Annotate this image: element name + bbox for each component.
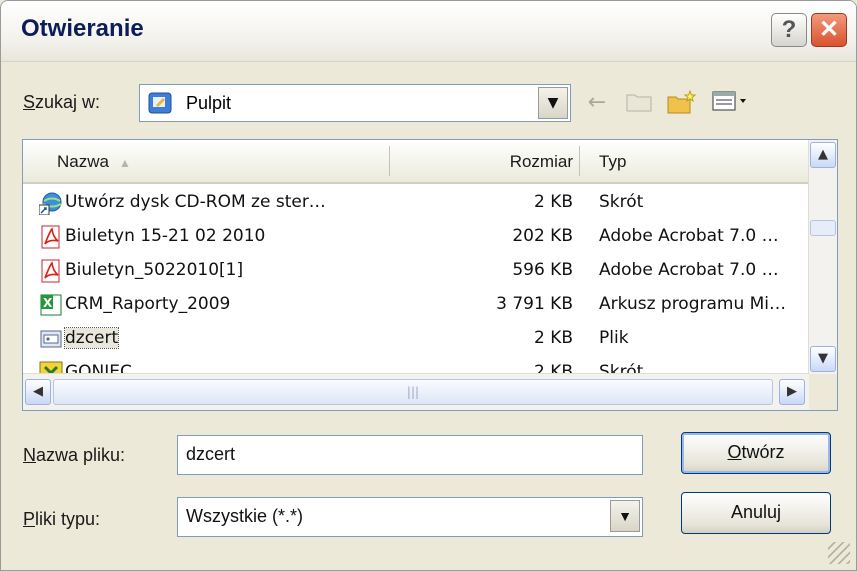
dialog-title: Otwieranie [21, 15, 144, 42]
cancel-button[interactable]: Anuluj [681, 492, 831, 534]
pdf-icon [39, 259, 63, 283]
column-name[interactable]: Nazwa ▲ [57, 152, 131, 172]
file-name: CRM_Raporty_2009 [65, 294, 231, 314]
list-item[interactable]: Utwórz dysk CD-ROM ze ster… 2 KB Skrót [23, 186, 809, 219]
help-button[interactable]: ? [771, 13, 807, 47]
filetype-value: Wszystkie (*.*) [186, 506, 303, 526]
back-icon[interactable]: ← [581, 89, 613, 117]
pdf-icon [39, 225, 63, 249]
sort-ascending-icon: ▲ [118, 156, 131, 170]
new-folder-icon[interactable] [665, 89, 697, 117]
scroll-right-icon[interactable]: ▶ [779, 379, 805, 405]
file-size: 202 KB [512, 226, 573, 246]
chevron-down-icon[interactable]: ▼ [610, 500, 640, 532]
list-item[interactable]: X CRM_Raporty_2009 3 791 KB Arkusz progr… [23, 288, 809, 321]
look-in-label: Szukaj w: [23, 92, 101, 112]
look-in-value: Pulpit [186, 93, 232, 113]
filename-label: Nazwa pliku: [23, 445, 126, 465]
file-list[interactable]: Nazwa ▲ Rozmiar Typ Utwórz dysk CD-ROM ze… [22, 139, 838, 411]
desktop-icon [148, 91, 172, 115]
scroll-down-icon[interactable]: ▼ [810, 346, 836, 372]
column-separator[interactable] [579, 146, 580, 176]
title-bar[interactable]: Otwieranie ? ✕ [1, 1, 856, 62]
list-item[interactable]: Biuletyn_5022010[1] 596 KB Adobe Acrobat… [23, 254, 809, 287]
file-type: Plik [599, 328, 629, 348]
svg-text:X: X [43, 296, 53, 310]
vertical-scroll-thumb[interactable] [810, 220, 836, 236]
close-button[interactable]: ✕ [811, 13, 847, 47]
vertical-scrollbar[interactable]: ▲ ▼ [808, 140, 837, 374]
resize-grip-icon[interactable] [828, 542, 850, 564]
file-name: Biuletyn_5022010[1] [65, 260, 244, 280]
views-menu-icon[interactable] [709, 89, 753, 117]
file-name: Utwórz dysk CD-ROM ze ster… [65, 192, 326, 212]
scroll-corner [809, 374, 837, 410]
filetype-select[interactable]: Wszystkie (*.*) ▼ [177, 497, 643, 537]
file-icon [39, 327, 63, 351]
list-item-selected[interactable]: dzcert 2 KB Plik [23, 322, 809, 355]
file-size: 2 KB [533, 328, 573, 348]
list-header: Nazwa ▲ Rozmiar Typ [23, 140, 809, 184]
file-type: Adobe Acrobat 7.0 … [599, 260, 779, 280]
folder-up-icon[interactable] [623, 89, 655, 117]
horizontal-scroll-thumb[interactable]: ||| [53, 379, 773, 405]
horizontal-scrollbar[interactable]: ◀ ||| ▶ [23, 373, 809, 410]
filename-input[interactable]: dzcert [177, 435, 643, 475]
look-in-combo[interactable]: Pulpit ▼ [139, 84, 571, 122]
column-separator[interactable] [389, 146, 390, 176]
file-size: 3 791 KB [496, 294, 573, 314]
scroll-left-icon[interactable]: ◀ [25, 379, 51, 405]
open-dialog: Otwieranie ? ✕ Szukaj w: Pulpit ▼ ← Nazw… [0, 0, 857, 571]
file-name: dzcert [63, 327, 120, 349]
file-size: 596 KB [512, 260, 573, 280]
open-button[interactable]: Otwórz [681, 432, 831, 474]
file-name: Biuletyn 15-21 02 2010 [65, 226, 266, 246]
chevron-down-icon[interactable]: ▼ [538, 87, 568, 119]
scroll-up-icon[interactable]: ▲ [810, 142, 836, 168]
column-size[interactable]: Rozmiar [493, 152, 573, 172]
file-type: Arkusz programu Mi… [599, 294, 787, 314]
file-type: Skrót [599, 192, 644, 212]
file-type: Adobe Acrobat 7.0 … [599, 226, 779, 246]
file-size: 2 KB [533, 192, 573, 212]
shortcut-globe-icon [38, 191, 63, 216]
column-type[interactable]: Typ [599, 152, 626, 172]
filetype-label: Pliki typu: [23, 509, 101, 529]
list-item[interactable]: Biuletyn 15-21 02 2010 202 KB Adobe Acro… [23, 220, 809, 253]
excel-icon: X [39, 293, 63, 317]
